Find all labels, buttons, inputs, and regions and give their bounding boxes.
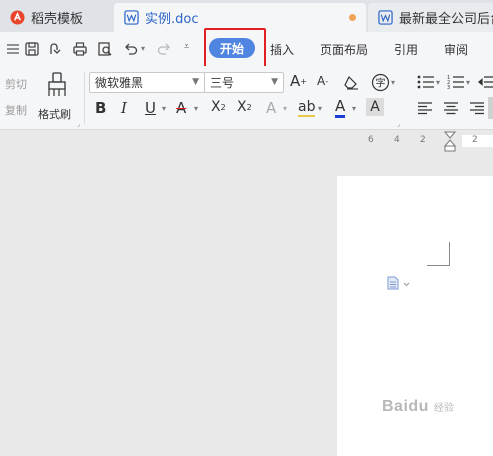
italic-icon[interactable]: I xyxy=(121,99,127,117)
tab-label: 实例.doc xyxy=(145,12,199,27)
menu-toggle-icon[interactable] xyxy=(5,41,21,57)
font-size-select[interactable]: 三号 ▼ xyxy=(204,72,284,93)
chevron-down-icon[interactable]: ▾ xyxy=(283,104,287,113)
svg-text:3: 3 xyxy=(447,85,450,90)
paragraph-layout-icon[interactable] xyxy=(387,276,413,290)
ruler-tick-label: 2 xyxy=(420,135,426,145)
chevron-down-icon[interactable]: ▾ xyxy=(194,104,198,113)
ruler-tick-label: 6 xyxy=(368,135,374,145)
page-margin-corner-mark xyxy=(427,242,450,266)
chevron-down-icon[interactable]: ▾ xyxy=(436,78,440,87)
menu-references[interactable]: 引用 xyxy=(394,41,418,58)
undo-dropdown-icon[interactable]: ▾ xyxy=(141,44,157,60)
dialog-launcher-icon[interactable]: ⌟ xyxy=(397,120,400,128)
cut-button[interactable]: 剪切 xyxy=(5,76,27,92)
undo-icon[interactable] xyxy=(123,41,139,57)
bullet-list-icon[interactable] xyxy=(417,74,435,90)
chevron-down-icon: ▼ xyxy=(271,77,278,87)
menu-insert[interactable]: 插入 xyxy=(270,41,294,58)
numbered-list-icon[interactable]: 123 xyxy=(447,74,465,90)
clear-formatting-icon[interactable] xyxy=(343,75,360,90)
underline-icon[interactable]: U xyxy=(145,99,156,117)
font-color-icon[interactable]: A xyxy=(335,98,346,118)
chevron-down-icon[interactable]: ▾ xyxy=(162,104,166,113)
baidu-watermark: Baidu 经验 xyxy=(382,398,454,416)
annotation-highlight-box xyxy=(204,28,266,68)
superscript-icon[interactable]: X2 xyxy=(211,99,226,115)
font-name-value: 微软雅黑 xyxy=(95,76,144,90)
align-right-icon[interactable] xyxy=(469,101,485,115)
chevron-down-icon[interactable]: ▾ xyxy=(391,78,395,87)
menu-page-layout[interactable]: 页面布局 xyxy=(320,41,368,58)
character-shading-icon[interactable]: A xyxy=(366,98,384,116)
decrease-indent-icon[interactable] xyxy=(478,74,493,90)
format-painter-label: 格式刷 xyxy=(38,108,71,121)
decrease-font-size-icon[interactable]: A- xyxy=(317,74,328,88)
export-share-icon[interactable] xyxy=(47,41,63,57)
watermark-text: Baidu xyxy=(382,398,429,415)
ribbon-toolbar: 剪切 复制 格式刷 微软雅黑 ▼ 三号 ▼ A+ A- 字 ▾ ▾ 123 ▾ xyxy=(0,66,493,130)
ruler-tick-label: 4 xyxy=(394,135,400,145)
align-center-icon[interactable] xyxy=(443,101,459,115)
copy-button[interactable]: 复制 xyxy=(5,102,27,118)
align-left-icon[interactable] xyxy=(417,101,433,115)
chevron-down-icon: ▼ xyxy=(192,77,199,87)
font-name-select[interactable]: 微软雅黑 ▼ xyxy=(89,72,205,93)
word-doc-icon xyxy=(378,10,393,25)
customize-toolbar-icon[interactable]: ⩡ xyxy=(184,42,200,58)
font-size-value: 三号 xyxy=(210,76,235,90)
chevron-down-icon[interactable]: ▾ xyxy=(466,78,470,87)
tab-label: 稻壳模板 xyxy=(31,12,84,27)
format-painter-button[interactable]: 格式刷 xyxy=(38,72,76,122)
redo-icon[interactable] xyxy=(156,41,172,57)
divider xyxy=(84,72,85,124)
tab-docer-templates[interactable]: 稻壳模板 xyxy=(0,3,112,32)
text-effect-icon[interactable]: A xyxy=(266,99,276,117)
indent-marker-icon[interactable] xyxy=(444,131,456,153)
watermark-subtext: 经验 xyxy=(433,403,454,414)
increase-font-size-icon[interactable]: A + xyxy=(290,72,307,90)
menu-review[interactable]: 审阅 xyxy=(444,41,468,58)
chevron-down-icon[interactable]: ▾ xyxy=(318,104,322,113)
dialog-launcher-icon[interactable]: ⌟ xyxy=(77,120,80,128)
print-icon[interactable] xyxy=(72,41,88,57)
strikethrough-icon[interactable]: A xyxy=(176,99,186,117)
tab-document[interactable]: 最新最全公司后台 xyxy=(368,3,493,32)
format-painter-icon xyxy=(48,72,66,96)
horizontal-ruler[interactable]: 6 4 2 2 xyxy=(0,131,493,153)
phonetic-guide-icon[interactable]: 字 xyxy=(371,73,390,92)
print-preview-icon[interactable] xyxy=(97,41,113,57)
word-doc-icon xyxy=(124,10,139,25)
ruler-tick-label: 2 xyxy=(472,135,478,145)
chevron-down-icon[interactable]: ▾ xyxy=(352,104,356,113)
justify-button[interactable] xyxy=(488,97,493,119)
docer-icon xyxy=(10,10,25,25)
highlight-color-icon[interactable]: ab xyxy=(298,99,316,117)
tab-label: 最新最全公司后台 xyxy=(399,12,493,27)
save-icon[interactable] xyxy=(24,41,40,57)
bold-icon[interactable]: B xyxy=(95,99,106,117)
unsaved-indicator-dot xyxy=(349,14,356,21)
subscript-icon[interactable]: X2 xyxy=(237,99,252,115)
svg-text:字: 字 xyxy=(376,77,386,90)
